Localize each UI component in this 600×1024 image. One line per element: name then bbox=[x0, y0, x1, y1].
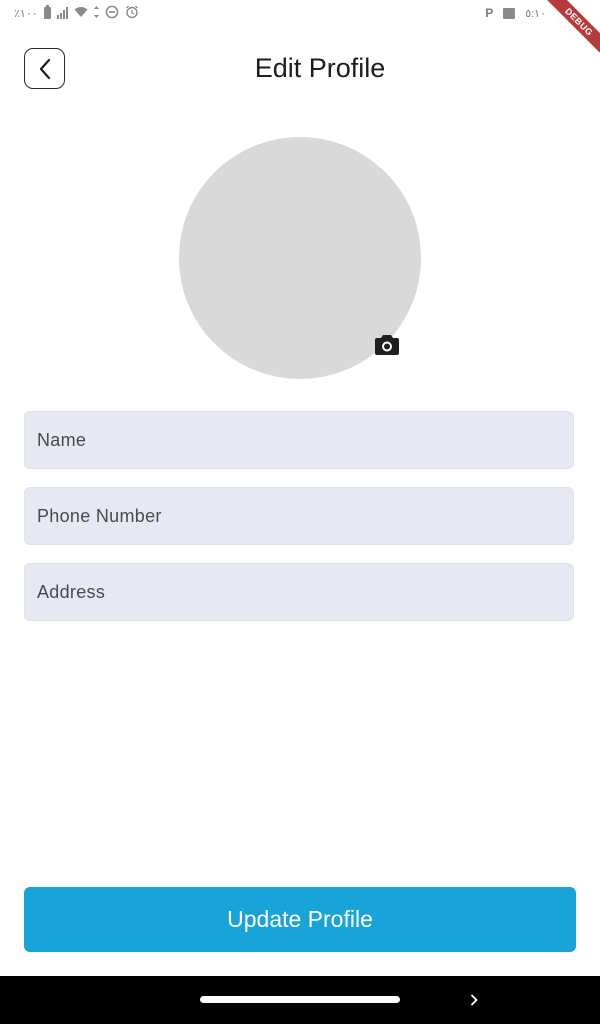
name-field[interactable] bbox=[24, 411, 574, 469]
home-handle[interactable] bbox=[200, 996, 400, 1003]
nav-forward-button[interactable] bbox=[466, 991, 482, 1009]
page-title: Edit Profile bbox=[254, 53, 386, 83]
wifi-icon bbox=[74, 6, 88, 21]
navigation-bar bbox=[0, 976, 600, 1024]
name-input[interactable] bbox=[25, 412, 573, 468]
phone-field[interactable] bbox=[24, 487, 574, 545]
battery-icon bbox=[43, 5, 51, 19]
chevron-right-icon bbox=[471, 994, 478, 1006]
address-input[interactable] bbox=[25, 564, 573, 620]
alarm-icon bbox=[125, 5, 139, 22]
camera-icon bbox=[375, 334, 399, 355]
status-bar: ٪١٠٠ P ٥:١٠ bbox=[0, 0, 600, 26]
data-arrows-icon bbox=[93, 5, 99, 21]
do-not-disturb-icon bbox=[105, 5, 119, 22]
image-icon bbox=[503, 7, 516, 19]
parking-icon: P bbox=[485, 6, 494, 20]
signal-icon bbox=[56, 7, 68, 19]
phone-input[interactable] bbox=[25, 488, 573, 544]
address-field[interactable] bbox=[24, 563, 574, 621]
status-right: P ٥:١٠ bbox=[485, 5, 546, 21]
change-photo-button[interactable] bbox=[374, 332, 400, 356]
status-left: ٪١٠٠ bbox=[14, 5, 139, 21]
battery-percentage: ٪١٠٠ bbox=[14, 7, 38, 20]
update-profile-button[interactable]: Update Profile bbox=[24, 887, 576, 952]
